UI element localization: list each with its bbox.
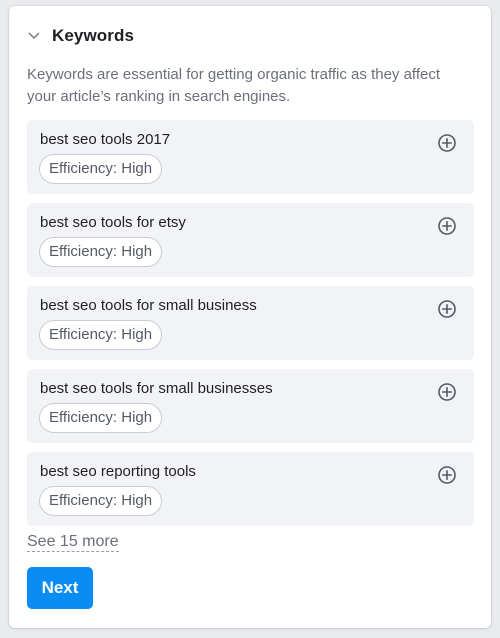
efficiency-badge: Efficiency: High [39,154,163,184]
keyword-card: best seo tools 2017 Efficiency: High [27,120,474,194]
efficiency-badge: Efficiency: High [39,320,163,350]
efficiency-badge: Efficiency: High [39,237,163,267]
keyword-card: best seo reporting tools Efficiency: Hig… [27,452,474,526]
plus-circle-icon[interactable] [437,216,457,236]
see-more-link[interactable]: See 15 more [27,532,119,552]
keyword-text: best seo tools 2017 [40,131,171,148]
keywords-panel: Keywords Keywords are essential for gett… [9,6,491,628]
efficiency-badge: Efficiency: High [39,403,163,433]
plus-circle-icon[interactable] [437,299,457,319]
keyword-text: best seo tools for small business [40,297,257,314]
keyword-text: best seo tools for etsy [40,214,186,231]
keyword-card: best seo tools for small businesses Effi… [27,369,474,443]
section-title: Keywords [52,26,135,45]
section-header[interactable]: Keywords [26,26,134,46]
plus-circle-icon[interactable] [437,133,457,153]
next-button[interactable]: Next [27,567,93,609]
keyword-text: best seo tools for small businesses [40,380,273,397]
keyword-text: best seo reporting tools [40,463,196,480]
efficiency-badge: Efficiency: High [39,486,163,516]
plus-circle-icon[interactable] [437,465,457,485]
keyword-list: best seo tools 2017 Efficiency: High bes… [27,120,474,535]
keyword-card: best seo tools for small business Effici… [27,286,474,360]
chevron-down-icon[interactable] [26,28,42,44]
keyword-card: best seo tools for etsy Efficiency: High [27,203,474,277]
section-description: Keywords are essential for getting organ… [27,66,440,105]
plus-circle-icon[interactable] [437,382,457,402]
